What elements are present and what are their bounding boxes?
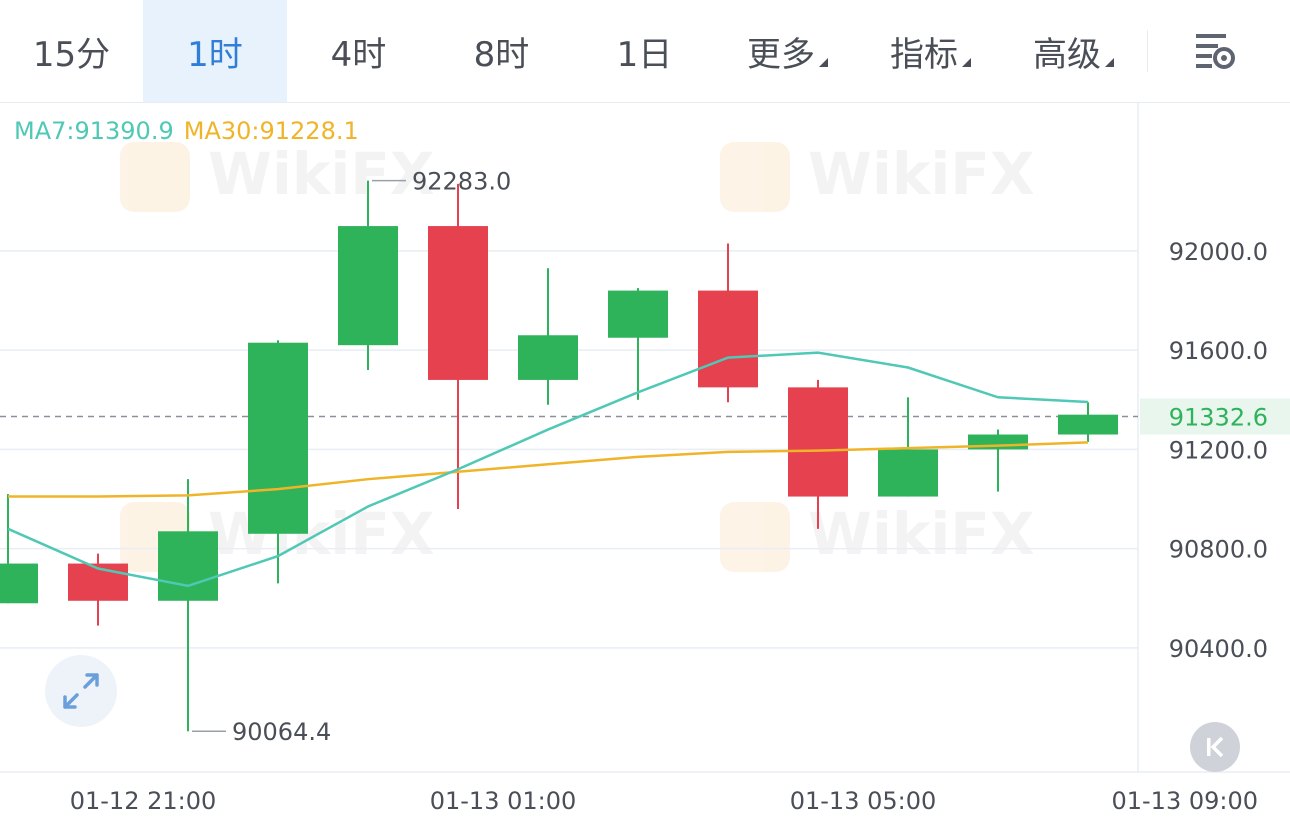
tab-label: 15分: [32, 34, 111, 75]
candle-body: [698, 290, 758, 388]
candle-body: [788, 387, 848, 497]
tab-label: 8时: [473, 34, 530, 75]
y-tick-label: 92000.0: [1169, 238, 1268, 266]
dropdown-triangle-icon: [962, 57, 971, 67]
y-tick-label: 90800.0: [1169, 536, 1268, 564]
go-to-latest-button[interactable]: [1190, 722, 1240, 772]
candle-body: [608, 290, 668, 338]
tab-label: 高级: [1033, 34, 1101, 75]
tab-15min[interactable]: 15分: [0, 0, 143, 102]
watermark-text: WikiFX: [208, 500, 435, 568]
tab-label: 1日: [616, 34, 673, 75]
dropdown-triangle-icon: [1105, 57, 1114, 67]
watermark-badge: [720, 502, 790, 572]
candle-body: [0, 563, 38, 604]
y-tick-label: 90400.0: [1169, 635, 1268, 663]
go-to-latest-icon: [1207, 736, 1224, 758]
settings-gear-icon[interactable]: [1190, 30, 1242, 72]
expand-arrows-icon: [63, 673, 99, 709]
candle-body: [338, 226, 398, 346]
tab-1h[interactable]: 1时: [143, 0, 287, 102]
x-tick-label: 01-13 01:00: [430, 787, 577, 815]
dropdown-triangle-icon: [819, 57, 828, 67]
tab-advanced-dropdown[interactable]: 高级: [1002, 0, 1145, 102]
tab-more-dropdown[interactable]: 更多: [716, 0, 859, 102]
tab-label: 指标: [890, 34, 958, 75]
watermark-logo: WikiFX: [720, 500, 1035, 572]
candle-body: [878, 449, 938, 497]
candle-body: [158, 531, 218, 601]
tab-indicators-dropdown[interactable]: 指标: [859, 0, 1002, 102]
watermark-logo: WikiFX: [720, 140, 1035, 212]
ma-legend: MA7:91390.9 MA30:91228.1: [14, 117, 359, 145]
tab-label: 1时: [187, 34, 243, 75]
tab-8h[interactable]: 8时: [430, 0, 573, 102]
tab-label: 更多: [747, 34, 815, 75]
candle-body: [518, 335, 578, 380]
tab-1d[interactable]: 1日: [573, 0, 716, 102]
expand-button[interactable]: [45, 655, 117, 727]
watermark-text: WikiFX: [808, 500, 1035, 568]
tab-4h[interactable]: 4时: [287, 0, 430, 102]
x-tick-label: 01-13 09:00: [1111, 787, 1258, 815]
y-tick-label: 91200.0: [1169, 436, 1268, 464]
candle-body: [428, 226, 488, 380]
watermark-text: WikiFX: [808, 140, 1035, 208]
tabbar-divider: [1147, 30, 1148, 72]
candle-body: [248, 342, 308, 534]
watermark-text: WikiFX: [208, 140, 435, 208]
watermark-badge: [120, 142, 190, 212]
max-price-label: 92283.0: [412, 168, 511, 196]
last-price-label: 91332.6: [1169, 404, 1268, 432]
candlestick-chart[interactable]: WikiFX WikiFX WikiFX WikiFX 92000.0 91600.0 91…: [0, 102, 1290, 822]
timeframe-tabbar: 15分 1时 4时 8时 1日 更多 指标 高级: [0, 0, 1290, 103]
tab-label: 4时: [330, 34, 387, 75]
x-tick-label: 01-13 05:00: [790, 787, 937, 815]
candle-body: [1058, 414, 1118, 435]
ma30-legend: MA30:91228.1: [183, 117, 359, 145]
min-price-label: 90064.4: [232, 718, 331, 746]
y-tick-label: 91600.0: [1169, 337, 1268, 365]
x-tick-label: 01-12 21:00: [70, 787, 217, 815]
watermark-badge: [720, 142, 790, 212]
watermark-logo: WikiFX: [120, 140, 435, 212]
ma7-legend: MA7:91390.9: [14, 117, 174, 145]
